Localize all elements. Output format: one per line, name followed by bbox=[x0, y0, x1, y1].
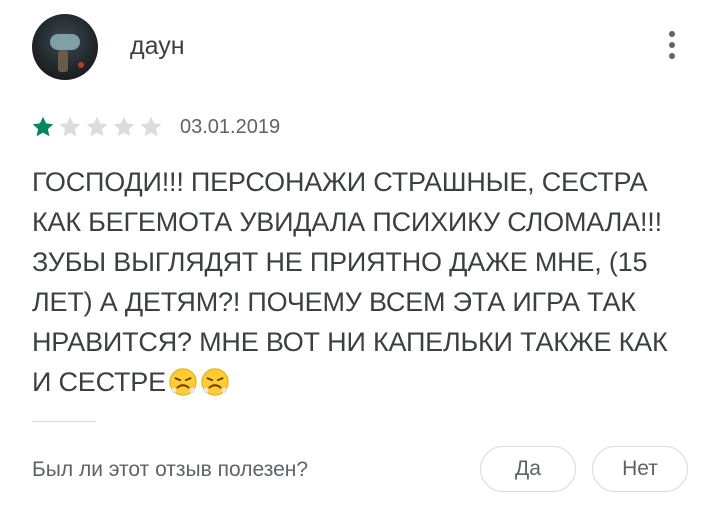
no-button[interactable]: Нет bbox=[592, 446, 688, 492]
star-empty-icon bbox=[140, 116, 162, 137]
star-filled-icon bbox=[32, 116, 54, 137]
more-dot bbox=[669, 53, 675, 59]
angry-face-emoji-icon bbox=[169, 368, 197, 396]
yes-button[interactable]: Да bbox=[480, 446, 576, 492]
review-text-container: ГОСПОДИ!!! ПЕРСОНАЖИ СТРАШНЫЕ, СЕСТРА КА… bbox=[32, 162, 692, 402]
helpful-question: Был ли этот отзыв полезен? bbox=[32, 458, 309, 481]
more-dot bbox=[669, 31, 675, 37]
more-dot bbox=[669, 42, 675, 48]
star-rating bbox=[30, 115, 164, 139]
more-vert-icon[interactable] bbox=[660, 28, 684, 68]
star-empty-icon bbox=[86, 116, 108, 137]
divider bbox=[32, 421, 96, 422]
star-empty-icon bbox=[59, 116, 81, 137]
author-name: даун bbox=[130, 32, 185, 60]
avatar[interactable] bbox=[32, 14, 98, 80]
review-date: 03.01.2019 bbox=[180, 116, 281, 138]
review-text: ГОСПОДИ!!! ПЕРСОНАЖИ СТРАШНЫЕ, СЕСТРА КА… bbox=[32, 167, 668, 397]
avatar-cloud bbox=[50, 34, 80, 50]
avatar-dot bbox=[78, 62, 84, 68]
angry-face-emoji-icon bbox=[201, 368, 229, 396]
star-empty-icon bbox=[113, 116, 135, 137]
avatar-figure bbox=[58, 50, 68, 72]
